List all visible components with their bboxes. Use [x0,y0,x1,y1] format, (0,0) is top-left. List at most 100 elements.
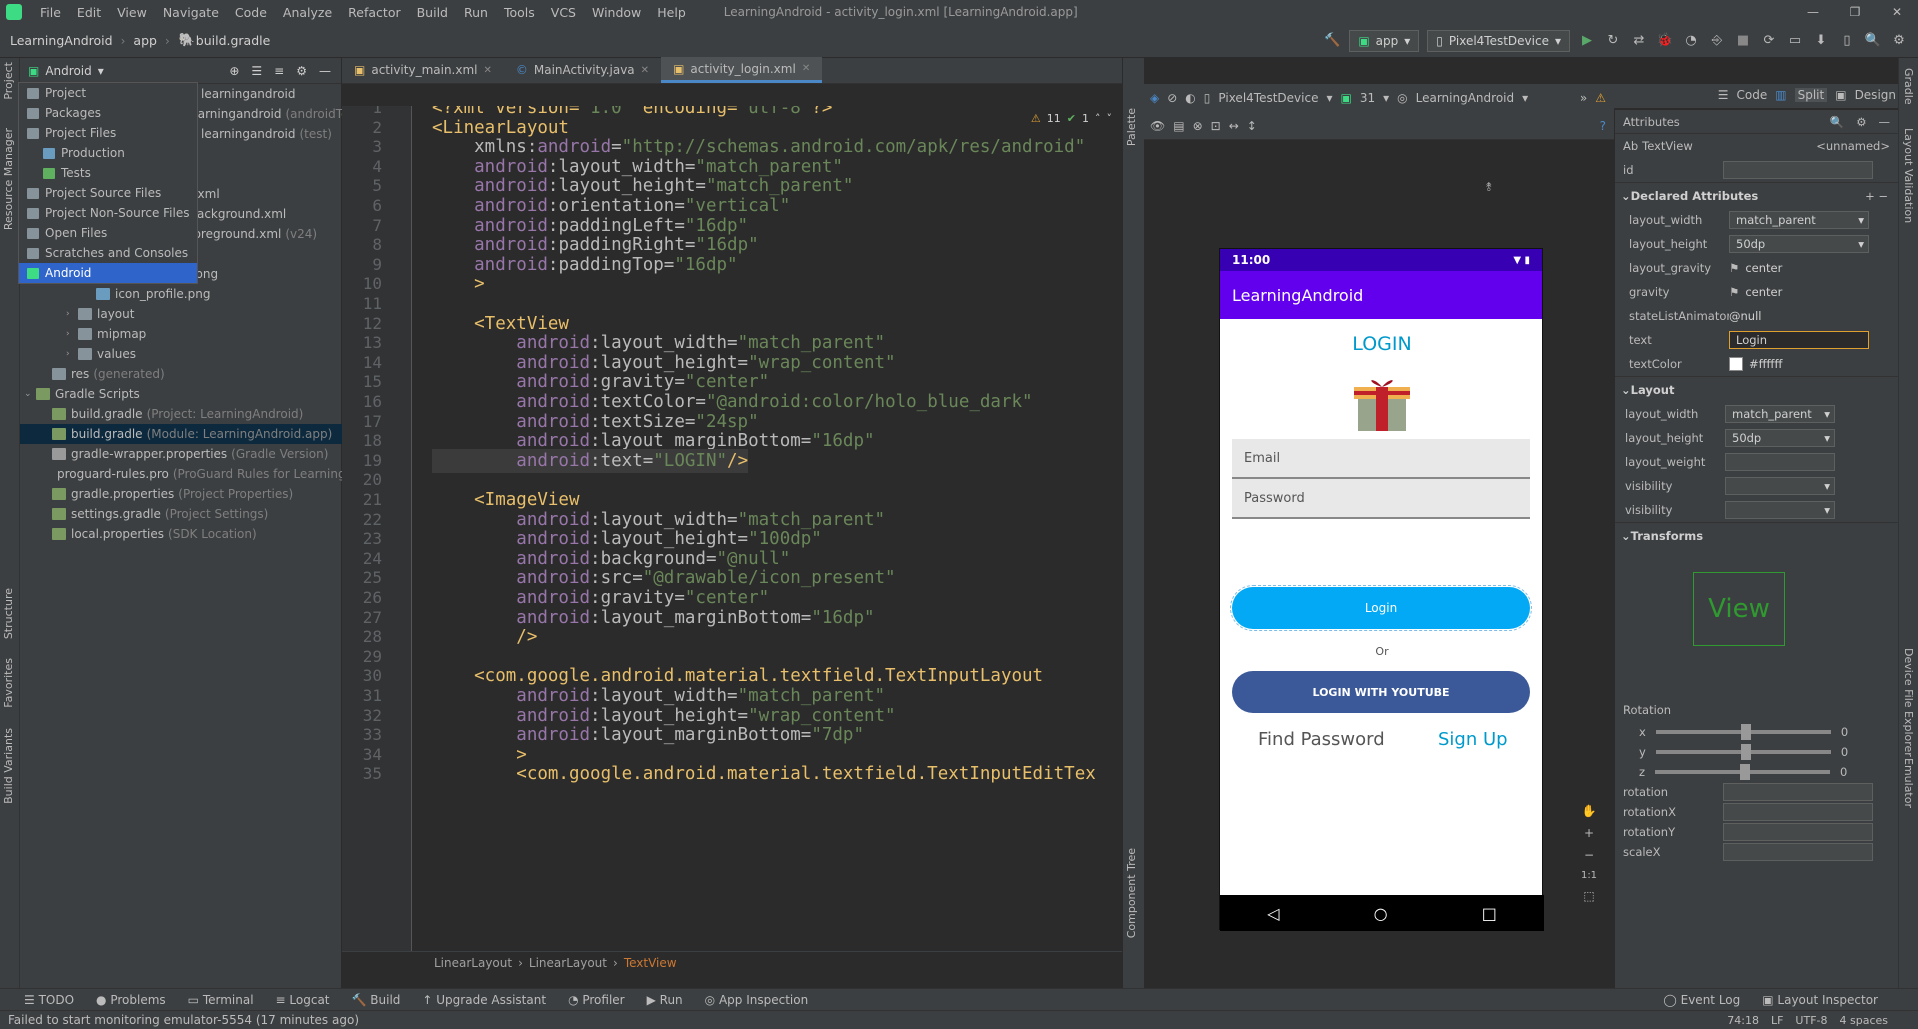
add-icon[interactable]: + [1865,189,1875,203]
gear-icon[interactable]: ⚙ [296,64,307,78]
view-option[interactable]: Packages [19,103,197,123]
indent-setting[interactable]: 4 spaces [1840,1014,1889,1027]
tool-window-gradle[interactable]: Gradle [1902,68,1915,105]
maximize-icon[interactable]: ❐ [1834,5,1876,19]
close-icon[interactable]: ✕ [802,63,810,74]
tool-window-build-variants[interactable]: Build Variants [2,728,15,804]
project-view-mode[interactable]: Android [45,64,91,78]
menu-analyze[interactable]: Analyze [275,5,340,20]
sdk-manager-icon[interactable]: ⬇ [1812,32,1830,50]
close-icon[interactable]: ✕ [484,65,492,76]
tree-item[interactable]: gradle-wrapper.properties (Gradle Version… [20,444,342,464]
menu-file[interactable]: File [32,5,69,20]
login-label[interactable]: LOGIN [1220,333,1544,355]
find-password-link[interactable]: Find Password [1258,729,1385,750]
view-option[interactable]: Project Source Files [19,183,197,203]
view-option[interactable]: Production [19,143,197,163]
tool-window-structure[interactable]: Structure [2,588,15,639]
tool-button-run[interactable]: ▶ Run [647,993,683,1007]
menu-run[interactable]: Run [456,5,496,20]
zoom-in-icon[interactable]: + [1584,826,1594,840]
tool-button-app-inspection[interactable]: ◎ App Inspection [705,993,809,1007]
tool-window-device-file-explorer[interactable]: Device File Explorer [1902,648,1915,757]
view-option[interactable]: Tests [19,163,197,183]
tool-button-upgrade-assistant[interactable]: ↑ Upgrade Assistant [422,993,546,1007]
close-icon[interactable]: ✕ [1876,5,1918,19]
breadcrumb-file[interactable]: build.gradle [196,33,271,48]
view-option[interactable]: Scratches and Consoles [19,243,197,263]
breadcrumb-item[interactable]: LinearLayout [434,956,512,970]
debug-icon[interactable]: 🐞 [1656,32,1674,50]
view-option[interactable]: Open Files [19,223,197,243]
collapse-all-icon[interactable]: ≡ [274,64,284,78]
gear-icon[interactable]: ⚙ [1856,115,1866,129]
tree-item[interactable]: build.gradle (Module: LearningAndroid.app… [20,424,342,444]
text-attribute-input[interactable]: Login [1729,331,1869,349]
layout-section[interactable]: ⌄ Layout [1615,376,1898,402]
tool-button-layout-inspector[interactable]: ▣ Layout Inspector [1762,993,1878,1007]
status-message[interactable]: Failed to start monitoring emulator-5554… [8,1013,359,1027]
hide-icon[interactable]: — [1879,115,1891,129]
code-line[interactable]: /> [432,625,537,649]
breadcrumb-project[interactable]: LearningAndroid [10,33,113,48]
attribute-value-select[interactable]: ▾ [1725,501,1835,519]
warning-icon[interactable]: ⚠ [1595,91,1614,105]
tool-button-profiler[interactable]: ◔ Profiler [568,993,625,1007]
theme-icon[interactable]: ◐ [1185,91,1195,105]
caret-position[interactable]: 74:18 [1727,1014,1759,1027]
tool-window-emulator[interactable]: Emulator [1902,758,1915,808]
settings-icon[interactable]: ⚙ [1890,32,1908,50]
menu-navigate[interactable]: Navigate [155,5,227,20]
hide-icon[interactable]: — [319,64,331,78]
design-device-select[interactable]: Pixel4TestDevice [1218,91,1318,105]
attribute-value-select[interactable]: ▾ [1725,477,1835,495]
avd-manager-icon[interactable]: ▭ [1786,32,1804,50]
attribute-value[interactable]: @null [1729,309,1761,323]
remove-icon[interactable]: − [1878,189,1888,203]
tree-item[interactable]: › layout [20,304,342,324]
gift-icon[interactable] [1352,373,1412,433]
tree-item[interactable]: build.gradle (Project: LearningAndroid) [20,404,342,424]
tool-button-todo[interactable]: ☰ TODO [24,993,74,1007]
view-mode-design[interactable]: Design [1855,88,1896,102]
constraints-icon[interactable]: ⊗ [1193,119,1203,133]
view-mode-code[interactable]: Code [1737,88,1768,102]
breadcrumb-item[interactable]: TextView [624,956,677,970]
view-option[interactable]: Project Files [19,123,197,143]
breadcrumb-item[interactable]: LinearLayout [529,956,607,970]
tool-window-project[interactable]: Project [2,62,15,100]
login-button[interactable]: Login [1230,585,1532,631]
tree-item[interactable]: gradle.properties (Project Properties) [20,484,342,504]
tool-button-event-log[interactable]: ◯ Event Log [1663,993,1740,1007]
menu-build[interactable]: Build [409,5,456,20]
tree-item[interactable]: proguard-rules.pro (ProGuard Rules for Le… [20,464,342,484]
zoom-out-icon[interactable]: − [1584,848,1594,862]
code-line[interactable]: <com.google.android.material.textfield.T… [432,762,1095,786]
attach-debugger-icon[interactable]: ⎆ [1708,32,1726,50]
attribute-value[interactable]: #ffffff [1749,357,1782,371]
attribute-value-select[interactable]: 50dp ▾ [1725,429,1835,447]
slider-knob[interactable] [1740,764,1751,780]
tool-window-favorites[interactable]: Favorites [2,658,15,708]
tree-toggle-icon[interactable]: ⌄ [24,389,36,399]
editor-tab[interactable]: © MainActivity.java ✕ [504,57,661,83]
run-config-select[interactable]: ▣ app ▾ [1349,29,1420,52]
attribute-value[interactable]: center [1745,261,1782,275]
tool-button-terminal[interactable]: ▭ Terminal [188,993,254,1007]
pan-vertical-icon[interactable]: ↕ [1247,119,1257,133]
api-level-select[interactable]: 31 [1360,91,1375,105]
editor-tab[interactable]: ▣ activity_main.xml ✕ [342,57,504,83]
inspection-summary[interactable]: ⚠ 11 ✔ 1 ˄ ˅ [1031,112,1112,125]
slider-knob[interactable] [1740,724,1751,740]
rotation-slider[interactable] [1655,764,1831,780]
tree-item[interactable]: local.properties (SDK Location) [20,524,342,544]
transforms-section[interactable]: ⌄ Transforms [1615,522,1898,548]
menu-tools[interactable]: Tools [496,5,543,20]
help-icon[interactable]: ? [1600,119,1614,133]
stop-icon[interactable]: ■ [1734,32,1752,50]
device-select[interactable]: ▯ Pixel4TestDevice ▾ [1427,29,1570,52]
profile-icon[interactable]: ◔ [1682,32,1700,50]
declared-attributes-section[interactable]: ⌄ Declared Attributes + − [1615,182,1898,208]
tree-item[interactable]: ⌄ Gradle Scripts [20,384,342,404]
pan-icon[interactable]: ✋ [1582,804,1597,818]
